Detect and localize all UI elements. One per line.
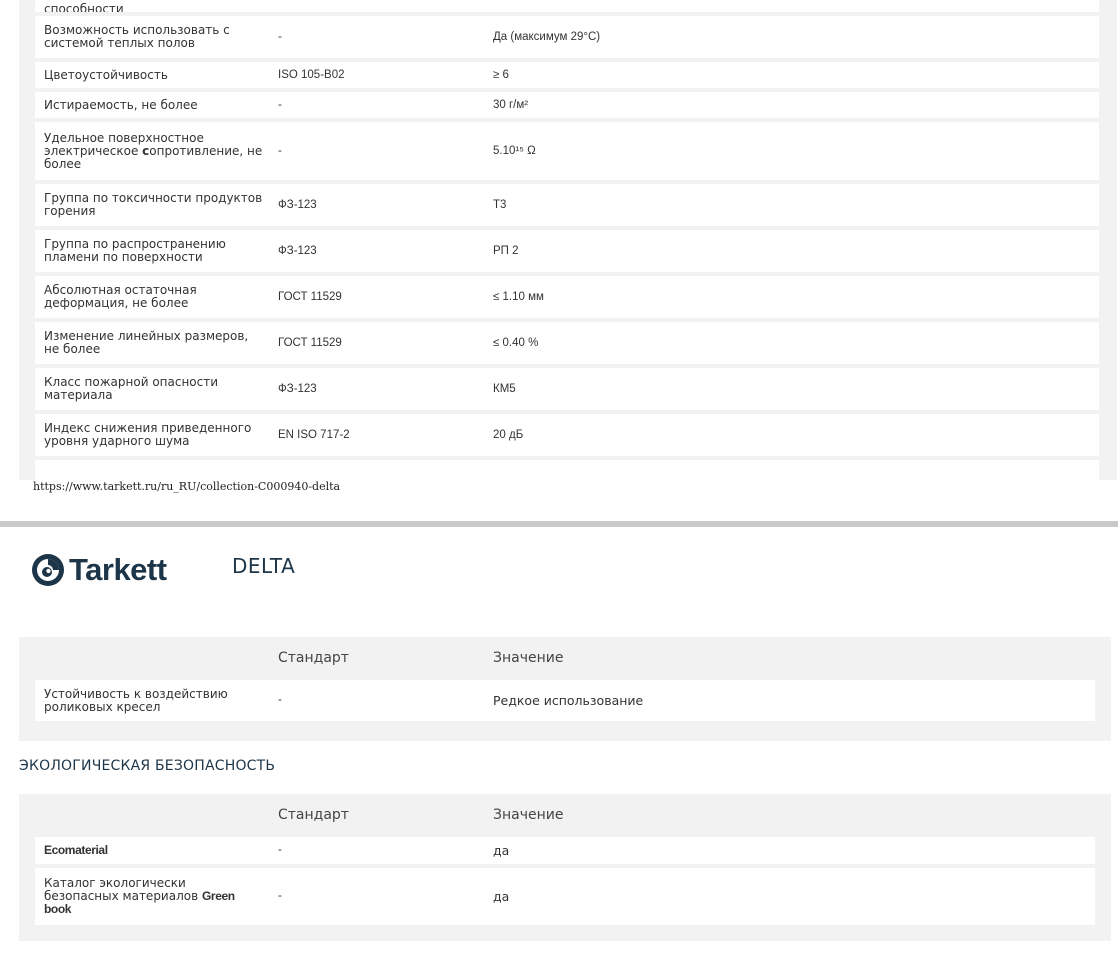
property-cell: Каталог экологически безопасных материал… bbox=[44, 876, 235, 916]
table-row: способности bbox=[35, 0, 1099, 12]
table-row: Истираемость, не более - 30 г/м² bbox=[35, 92, 1099, 118]
tarkett-swirl-icon bbox=[32, 554, 64, 586]
column-header-value: Значение bbox=[493, 807, 564, 823]
characteristics-table: Стандарт Значение Устойчивость к воздейс… bbox=[19, 637, 1111, 741]
property-cell: Изменение линейных размеров, не более bbox=[44, 329, 249, 356]
value-cell: 5.10¹⁵ Ω bbox=[493, 144, 536, 157]
page-separator bbox=[0, 521, 1118, 527]
column-header-standard: Стандарт bbox=[278, 807, 349, 823]
standard-cell: - bbox=[278, 694, 282, 706]
table-row: Индекс снижения приведенного уровня удар… bbox=[35, 414, 1099, 456]
standard-cell: - bbox=[278, 890, 282, 902]
table-header: Стандарт Значение bbox=[19, 637, 1111, 679]
previous-page-fragment: способности Возможность использовать с с… bbox=[0, 0, 1118, 522]
tarkett-logo: Tarkett bbox=[31, 552, 167, 588]
value-cell: да bbox=[493, 843, 510, 858]
standard-cell: ISO 105-B02 bbox=[278, 68, 345, 81]
property-cell: Возможность использовать с системой тепл… bbox=[44, 23, 230, 50]
table-row: Класс пожарной опасности материала ФЗ-12… bbox=[35, 368, 1099, 410]
value-cell: ≤ 0.40 % bbox=[493, 336, 539, 349]
value-cell: Да (максимум 29°C) bbox=[493, 30, 601, 43]
value-cell: ≤ 1.10 мм bbox=[493, 290, 544, 303]
brand-name: Tarkett bbox=[69, 552, 167, 587]
column-header-standard: Стандарт bbox=[278, 650, 349, 666]
table-row: Возможность использовать с системой тепл… bbox=[35, 16, 1099, 58]
value-cell: ≥ 6 bbox=[493, 68, 509, 81]
property-cell: Абсолютная остаточная деформация, не бол… bbox=[44, 283, 197, 310]
property-cell: Класс пожарной опасности материала bbox=[44, 375, 219, 402]
standard-cell: - bbox=[278, 98, 282, 111]
standard-cell: - bbox=[278, 30, 282, 43]
value-cell: Т3 bbox=[493, 198, 507, 211]
table-row: Каталог экологически безопасных материал… bbox=[35, 868, 1095, 925]
standard-cell: ФЗ-123 bbox=[278, 382, 317, 395]
value-cell: КМ5 bbox=[493, 382, 516, 395]
value-cell: 20 дБ bbox=[493, 428, 524, 441]
standard-cell: ФЗ-123 bbox=[278, 198, 317, 211]
column-header-value: Значение bbox=[493, 650, 564, 666]
table-header: Стандарт Значение bbox=[19, 794, 1111, 836]
eco-table: Стандарт Значение Ecomaterial - да Катал… bbox=[19, 794, 1111, 941]
property-cell: Индекс снижения приведенного уровня удар… bbox=[44, 421, 252, 448]
table-row: Удельное поверхностное электрическое соп… bbox=[35, 122, 1099, 180]
standard-cell: ФЗ-123 bbox=[278, 244, 317, 257]
table-row: Устойчивость к воздействию роликовых кре… bbox=[35, 680, 1095, 721]
standard-cell: - bbox=[278, 844, 282, 856]
table-row: Цветоустойчивость ISO 105-B02 ≥ 6 bbox=[35, 62, 1099, 88]
value-cell: Редкое использование bbox=[493, 693, 644, 708]
property-cell: Цветоустойчивость bbox=[44, 67, 168, 82]
property-cell: способности bbox=[44, 2, 124, 13]
standard-cell: - bbox=[278, 144, 282, 157]
section-title-eco: ЭКОЛОГИЧЕСКАЯ БЕЗОПАСНОСТЬ bbox=[19, 758, 276, 774]
table-row: Ecomaterial - да bbox=[35, 837, 1095, 864]
table-row: Изменение линейных размеров, не более ГО… bbox=[35, 322, 1099, 364]
standard-cell: ГОСТ 11529 bbox=[278, 290, 342, 303]
property-cell: Группа по распространению пламени по пов… bbox=[44, 237, 226, 264]
standard-cell: EN ISO 717-2 bbox=[278, 428, 350, 441]
property-cell: Истираемость, не более bbox=[44, 97, 198, 112]
table-row: Группа по токсичности продуктов горения … bbox=[35, 184, 1099, 226]
property-cell: Ecomaterial bbox=[44, 843, 108, 857]
table-row: Абсолютная остаточная деформация, не бол… bbox=[35, 276, 1099, 318]
property-cell: Устойчивость к воздействию роликовых кре… bbox=[44, 686, 228, 714]
page-url[interactable]: https://www.tarkett.ru/ru_RU/collection-… bbox=[33, 480, 340, 493]
property-cell: Группа по токсичности продуктов горения bbox=[44, 191, 263, 218]
standard-cell: ГОСТ 11529 bbox=[278, 336, 342, 349]
table-row: Группа по распространению пламени по пов… bbox=[35, 230, 1099, 272]
table-row-cut bbox=[35, 460, 1099, 480]
collection-title: DELTA bbox=[232, 554, 296, 578]
value-cell: РП 2 bbox=[493, 244, 519, 257]
characteristics-table-continued: способности Возможность использовать с с… bbox=[19, 0, 1117, 480]
value-cell: 30 г/м² bbox=[493, 98, 529, 111]
property-cell: Удельное поверхностное электрическое соп… bbox=[44, 130, 263, 171]
value-cell: да bbox=[493, 889, 510, 904]
